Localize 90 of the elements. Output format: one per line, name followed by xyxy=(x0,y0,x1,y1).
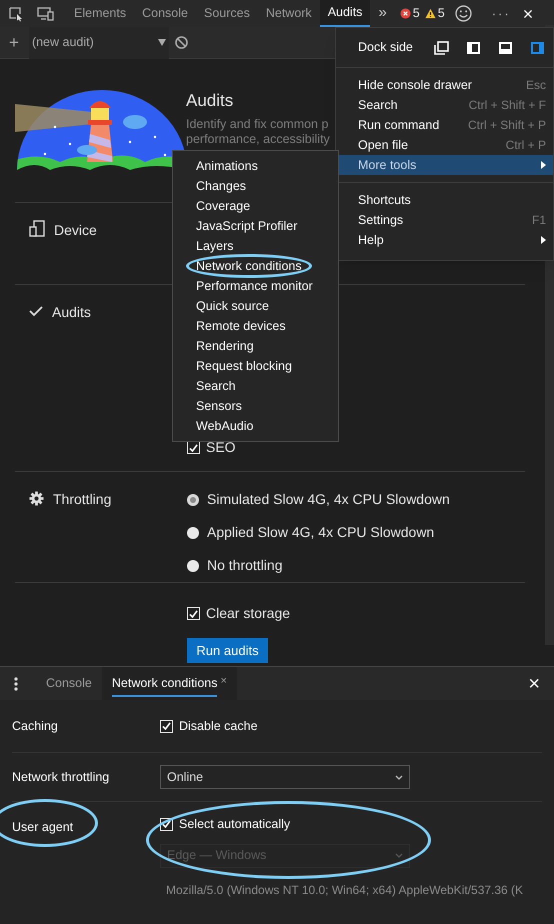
inspect-icon[interactable] xyxy=(8,6,24,22)
dropdown-arrow-icon xyxy=(158,39,166,46)
add-button[interactable]: + xyxy=(9,34,19,51)
checkbox-label: Clear storage xyxy=(206,604,290,623)
close-drawer-button[interactable]: × xyxy=(528,674,540,694)
shortcut-text: Ctrl + Shift + F xyxy=(468,97,546,114)
radio-label: Applied Slow 4G, 4x CPU Slowdown xyxy=(207,523,434,542)
check-icon xyxy=(189,610,198,618)
more-tabs-button[interactable]: » xyxy=(378,2,387,25)
drawer-tab[interactable]: Network conditions × xyxy=(102,667,237,700)
check-icon xyxy=(162,820,171,828)
undock-icon[interactable] xyxy=(434,40,449,54)
tab[interactable]: Sources xyxy=(196,0,258,27)
radio-button[interactable] xyxy=(187,560,199,572)
user-agent-string: Mozilla/5.0 (Windows NT 10.0; Win64; x64) AppleWebKit/537.36 (K xyxy=(166,882,524,899)
tab[interactable]: Network xyxy=(258,0,320,27)
menu-item[interactable]: Search xyxy=(173,376,338,396)
description-text: Identify and fix common p xyxy=(186,117,330,132)
tab[interactable]: Audits xyxy=(320,0,370,27)
tab[interactable]: Console xyxy=(134,0,196,27)
radio-button[interactable] xyxy=(187,526,199,538)
checkbox-label: Select automatically xyxy=(179,816,290,833)
menu-item[interactable]: Shortcuts xyxy=(336,190,553,210)
row-label: User agent xyxy=(12,820,74,834)
device-icon xyxy=(29,220,45,237)
audit-select[interactable]: (new audit) xyxy=(28,26,169,58)
menu-item[interactable]: Performance monitor xyxy=(173,276,338,296)
select-field[interactable]: Online xyxy=(160,765,410,789)
check-icon xyxy=(29,305,43,317)
warning-count[interactable]: 5 xyxy=(424,4,445,23)
check-icon xyxy=(162,722,171,730)
menu-label: Dock side xyxy=(358,39,414,56)
chevron-down-icon xyxy=(395,853,403,858)
shortcut-text: Esc xyxy=(526,77,546,94)
menu-item[interactable]: Coverage xyxy=(173,196,338,216)
drawer-tab[interactable]: Console xyxy=(36,667,102,700)
checkbox[interactable] xyxy=(187,441,200,454)
clear-icon[interactable] xyxy=(174,36,188,49)
close-button[interactable]: × xyxy=(522,4,534,22)
menu-item[interactable]: Sensors xyxy=(173,396,338,416)
menu-item[interactable]: Hide console drawer Esc xyxy=(336,75,553,95)
menu-item[interactable]: Remote devices xyxy=(173,316,338,336)
menu-item[interactable]: Help xyxy=(336,230,553,250)
menu-item[interactable]: Layers xyxy=(173,236,338,256)
menu-item[interactable]: Changes xyxy=(173,176,338,196)
menu-item[interactable]: Rendering xyxy=(173,336,338,356)
checkbox[interactable] xyxy=(187,607,200,620)
error-icon xyxy=(400,8,411,19)
device-toolbar-icon[interactable] xyxy=(37,6,54,22)
settings-icon xyxy=(29,491,44,506)
menu-item[interactable]: JavaScript Profiler xyxy=(173,216,338,236)
radio-button[interactable] xyxy=(187,494,199,506)
menu-item[interactable]: Network conditions xyxy=(173,256,338,276)
warning-icon xyxy=(424,8,436,19)
menu-item[interactable]: Request blocking xyxy=(173,356,338,376)
dock-left-icon[interactable] xyxy=(466,40,481,54)
description-text: performance, accessibility xyxy=(186,132,330,147)
shortcut-text: Ctrl + Shift + P xyxy=(468,117,546,134)
dock-right-icon[interactable] xyxy=(530,40,545,54)
error-count[interactable]: 5 xyxy=(400,4,420,23)
section-label: Audits xyxy=(52,303,91,322)
dock-bottom-icon[interactable] xyxy=(498,40,513,54)
menu-item[interactable]: More tools xyxy=(336,155,553,175)
feedback-icon[interactable] xyxy=(454,5,472,22)
checkbox[interactable] xyxy=(160,720,173,732)
menu-item[interactable]: Animations xyxy=(173,156,338,176)
menu-item[interactable]: Settings F1 xyxy=(336,210,553,230)
more-options-button[interactable]: ··· xyxy=(492,4,511,24)
run-audits-button[interactable]: Run audits xyxy=(187,638,268,663)
shortcut-text: Ctrl + P xyxy=(506,137,546,154)
tab[interactable]: Elements xyxy=(66,0,134,27)
menu-item[interactable]: Search Ctrl + Shift + F xyxy=(336,95,553,115)
drawer-menu-icon[interactable] xyxy=(14,676,18,690)
panel-title: Audits xyxy=(186,91,234,111)
section-label: Throttling xyxy=(53,490,112,509)
section-label: Device xyxy=(54,221,97,240)
check-icon xyxy=(189,444,198,452)
menu-item[interactable]: Run command Ctrl + Shift + P xyxy=(336,115,553,135)
row-label: Network throttling xyxy=(12,770,110,784)
chevron-down-icon xyxy=(395,774,403,780)
menu-item[interactable]: WebAudio xyxy=(173,416,338,436)
radio-label: Simulated Slow 4G, 4x CPU Slowdown xyxy=(207,490,450,509)
checkbox-label: SEO xyxy=(206,438,236,457)
row-label: Caching xyxy=(12,719,58,733)
menu-item[interactable]: Open file Ctrl + P xyxy=(336,135,553,155)
shortcut-text: F1 xyxy=(532,212,546,229)
checkbox-label: Disable cache xyxy=(179,718,258,735)
menu-item[interactable]: Quick source xyxy=(173,296,338,316)
close-tab-icon[interactable]: × xyxy=(220,673,227,690)
radio-label: No throttling xyxy=(207,556,282,575)
